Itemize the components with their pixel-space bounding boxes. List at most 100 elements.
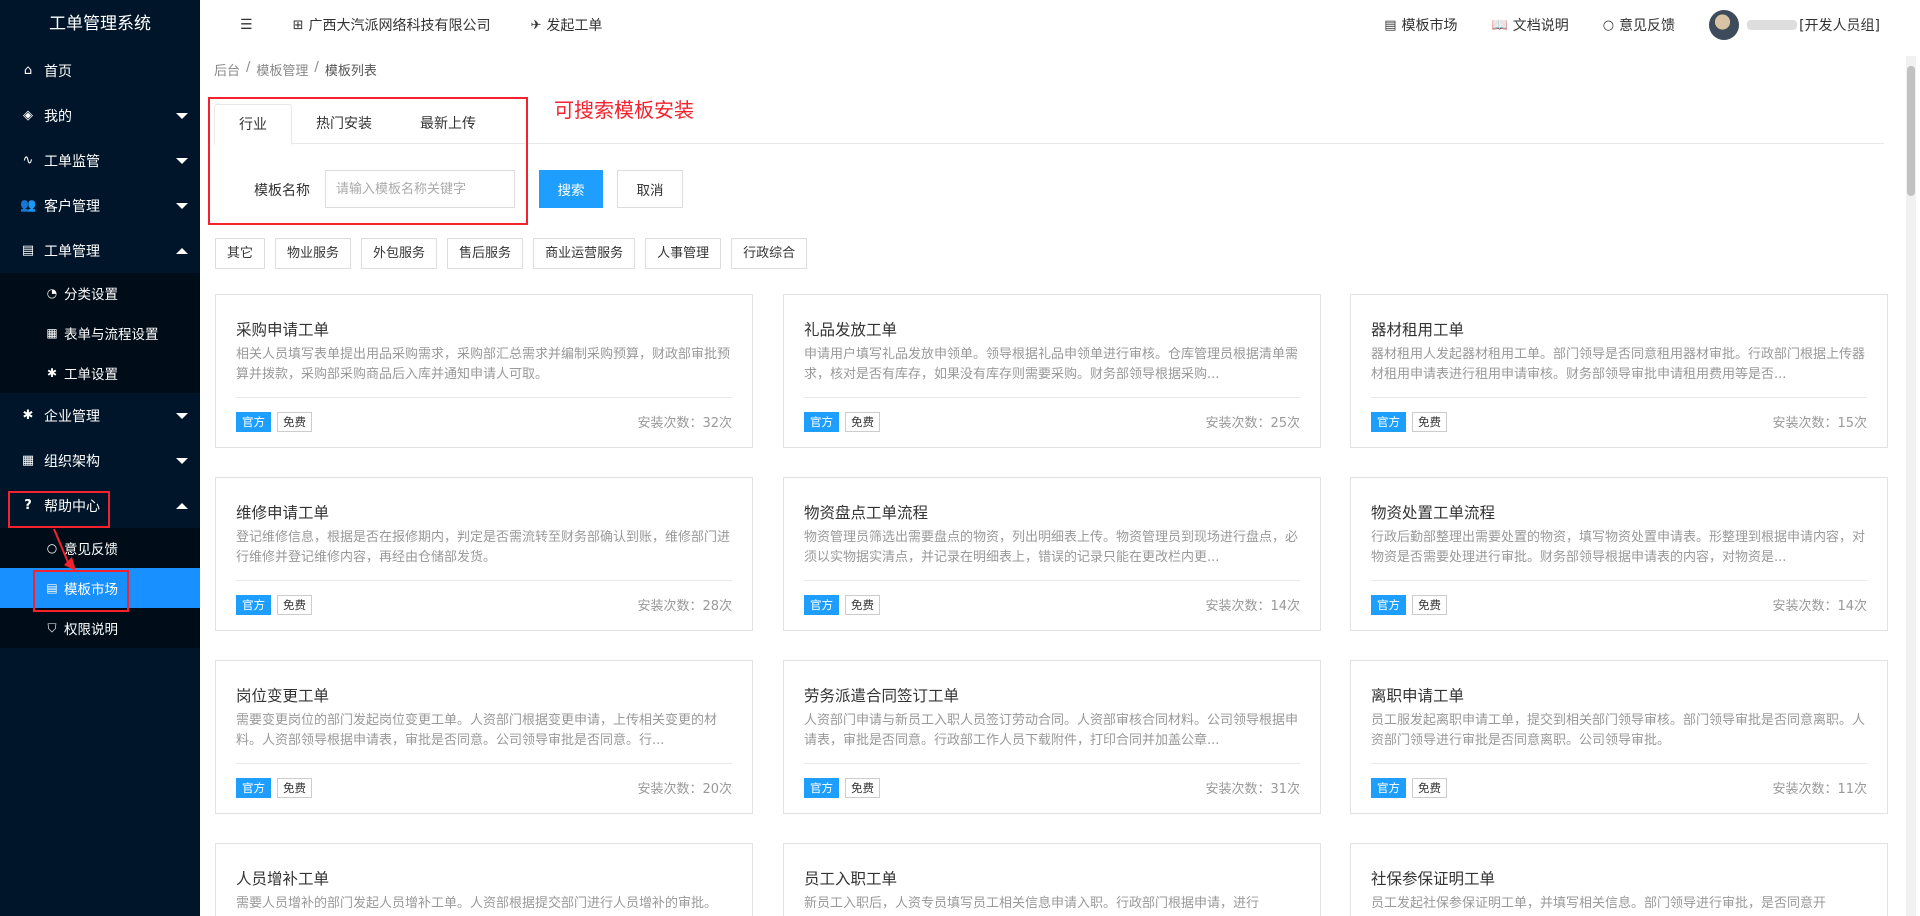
- sidebar-item-label: 我的: [44, 108, 72, 125]
- template-card[interactable]: 社保参保证明工单 员工发起社保参保证明工单，并填写相关信息。部门领导进行审批，是…: [1350, 843, 1888, 916]
- template-card[interactable]: 岗位变更工单 需要变更岗位的部门发起岗位变更工单。人资部门根据变更申请，上传相关…: [215, 660, 753, 814]
- card-title: 人员增补工单: [236, 870, 330, 888]
- sidebar-item-customers[interactable]: 👥 客户管理: [0, 183, 200, 228]
- home-icon: ⌂: [23, 63, 33, 78]
- page-scrollbar[interactable]: [1906, 56, 1916, 916]
- card-description: 申请用户填写礼品发放申领单。领导根据礼品申领单进行审核。仓库管理员根据清单需求，…: [804, 347, 1299, 382]
- caret-down-icon: [176, 412, 188, 419]
- send-icon: ✈: [530, 17, 542, 33]
- template-search-input[interactable]: [325, 170, 515, 208]
- sidebar: 工单管理系统 ⌂ 首页 ◈ 我的 ∿ 工单监管 👥 客户管理 ▤ 工单管理 ◔ …: [0, 0, 200, 916]
- pie-icon: ◔: [46, 286, 58, 300]
- template-market-label: 模板市场: [1401, 18, 1458, 34]
- caret-up-icon: [176, 247, 188, 254]
- card-description: 员工发起社保参保证明工单，并填写相关信息。部门领导进行审批，是否同意开: [1371, 896, 1827, 911]
- breadcrumb-root[interactable]: 后台: [214, 60, 240, 79]
- template-card[interactable]: 物资处置工单流程 行政后勤部整理出需要处置的物资，填写物资处置申请表。形整理到根…: [1350, 477, 1888, 631]
- filter-outsourcing[interactable]: 外包服务: [361, 238, 438, 269]
- header-right: ▤ 模板市场 📖 文档说明 ○ 意见反馈 [开发人员组]: [1384, 0, 1920, 50]
- free-badge: 免费: [277, 412, 312, 432]
- template-card[interactable]: 物资盘点工单流程 物资管理员筛选出需要盘点的物资，列出明细表上传。物资管理员到现…: [783, 477, 1321, 631]
- feedback-icon: ○: [1602, 17, 1615, 33]
- breadcrumb-parent[interactable]: 模板管理: [256, 60, 308, 79]
- highlight-template-market: [33, 570, 129, 612]
- sidebar-subitem-feedback[interactable]: ○ 意见反馈: [0, 528, 200, 568]
- install-count-value: 14次: [1837, 599, 1867, 614]
- industry-filters: 其它 物业服务 外包服务 售后服务 商业运营服务 人事管理 行政综合: [215, 238, 808, 269]
- filter-property[interactable]: 物业服务: [275, 238, 352, 269]
- filter-after-sales[interactable]: 售后服务: [447, 238, 524, 269]
- sidebar-item-ticket-monitor[interactable]: ∿ 工单监管: [0, 138, 200, 183]
- sidebar-item-organization[interactable]: ▦ 组织架构: [0, 438, 200, 483]
- template-market-link[interactable]: ▤ 模板市场: [1384, 15, 1457, 35]
- feedback-link[interactable]: ○ 意见反馈: [1603, 15, 1675, 35]
- card-divider: [1371, 580, 1867, 581]
- sidebar-subitem-category[interactable]: ◔ 分类设置: [0, 273, 200, 313]
- sidebar-item-label: 客户管理: [44, 198, 100, 215]
- layers-icon: ◈: [23, 108, 33, 123]
- pulse-icon: ∿: [22, 153, 34, 168]
- annotation-text: 可搜索模板安装: [554, 98, 694, 122]
- install-count-value: 28次: [702, 599, 732, 614]
- sidebar-item-mine[interactable]: ◈ 我的: [0, 93, 200, 138]
- sidebar-item-enterprise[interactable]: ✱ 企业管理: [0, 393, 200, 438]
- filter-commercial[interactable]: 商业运营服务: [533, 238, 636, 269]
- menu-toggle-button[interactable]: ☰: [240, 17, 253, 33]
- shield-icon: ⛉: [47, 620, 57, 635]
- filter-other[interactable]: 其它: [215, 238, 266, 269]
- company-switcher[interactable]: ⊞ 广西大汽派网络科技有限公司: [293, 15, 491, 35]
- sidebar-item-label: 工单监管: [44, 153, 100, 170]
- sidebar-subitem-form-flow[interactable]: ▦ 表单与流程设置: [0, 313, 200, 353]
- scrollbar-thumb[interactable]: [1907, 66, 1915, 196]
- search-button[interactable]: 搜索: [539, 170, 603, 208]
- install-count-label: 安装次数：: [637, 782, 703, 797]
- install-count: 安装次数： 15次: [1772, 412, 1867, 431]
- install-count: 安装次数： 11次: [1772, 778, 1867, 797]
- card-title: 社保参保证明工单: [1371, 870, 1496, 888]
- card-title: 维修申请工单: [236, 504, 330, 522]
- submenu-ticket: ◔ 分类设置 ▦ 表单与流程设置 ✱ 工单设置: [0, 273, 200, 393]
- install-count-label: 安装次数：: [1205, 782, 1271, 797]
- template-card[interactable]: 人员增补工单 需要人员增补的部门发起人员增补工单。人资部根据提交部门进行人员增补…: [215, 843, 753, 916]
- sidebar-item-label: 组织架构: [44, 453, 100, 470]
- caret-down-icon: [176, 202, 188, 209]
- filter-hr[interactable]: 人事管理: [645, 238, 722, 269]
- card-description: 员工服发起离职申请工单，提交到相关部门领导审核。部门领导审批是否同意离职。人资部…: [1371, 713, 1866, 748]
- sidebar-subitem-ticket-settings[interactable]: ✱ 工单设置: [0, 353, 200, 393]
- template-card[interactable]: 员工入职工单 新员工入职后，人资专员填写员工相关信息申请入职。行政部门根据申请，…: [783, 843, 1321, 916]
- template-card[interactable]: 礼品发放工单 申请用户填写礼品发放申领单。领导根据礼品申领单进行审核。仓库管理员…: [783, 294, 1321, 448]
- install-count: 安装次数： 20次: [637, 778, 732, 797]
- avatar: [1709, 10, 1740, 40]
- template-card[interactable]: 采购申请工单 相关人员填写表单提出用品采购需求，采购部汇总需求并编制采购预算，财…: [215, 294, 753, 448]
- template-card[interactable]: 离职申请工单 员工服发起离职申请工单，提交到相关部门领导审核。部门领导审批是否同…: [1350, 660, 1888, 814]
- docs-link[interactable]: 📖 文档说明: [1492, 15, 1569, 35]
- sidebar-subitem-label: 权限说明: [64, 622, 118, 638]
- card-divider: [804, 763, 1300, 764]
- card-title: 采购申请工单: [236, 321, 330, 339]
- card-divider: [236, 580, 732, 581]
- create-ticket-label: 发起工单: [546, 18, 603, 34]
- install-count-label: 安装次数：: [1772, 782, 1838, 797]
- card-divider: [804, 397, 1300, 398]
- official-badge: 官方: [1371, 778, 1406, 798]
- filter-admin[interactable]: 行政综合: [731, 238, 808, 269]
- card-description: 人资部门申请与新员工入职人员签订劳动合同。人资部审核合同材料。公司领导根据申请表…: [804, 713, 1299, 748]
- template-card[interactable]: 劳务派遣合同签订工单 人资部门申请与新员工入职人员签订劳动合同。人资部审核合同材…: [783, 660, 1321, 814]
- official-badge: 官方: [804, 778, 839, 798]
- template-card[interactable]: 维修申请工单 登记维修信息，根据是否在报修期内，判定是否需流转至财务部确认到账，…: [215, 477, 753, 631]
- docs-label: 文档说明: [1512, 18, 1569, 34]
- user-menu[interactable]: [开发人员组]: [1709, 10, 1880, 40]
- create-ticket-link[interactable]: ✈ 发起工单: [530, 15, 602, 35]
- cancel-button[interactable]: 取消: [617, 170, 683, 208]
- install-count-value: 31次: [1270, 782, 1300, 797]
- install-count-value: 25次: [1270, 416, 1300, 431]
- card-description: 需要人员增补的部门发起人员增补工单。人资部根据提交部门进行人员增补的审批。: [236, 896, 718, 911]
- sidebar-item-ticket-management[interactable]: ▤ 工单管理: [0, 228, 200, 273]
- template-card[interactable]: 器材租用工单 器材租用人发起器材租用工单。部门领导是否同意租用器材审批。行政部门…: [1350, 294, 1888, 448]
- install-count-label: 安装次数：: [1772, 599, 1838, 614]
- sidebar-subitem-permissions[interactable]: ⛉ 权限说明: [0, 608, 200, 648]
- sidebar-item-home[interactable]: ⌂ 首页: [0, 48, 200, 93]
- install-count-label: 安装次数：: [637, 599, 703, 614]
- official-badge: 官方: [1371, 412, 1406, 432]
- menu-toggle-icon: ☰: [240, 17, 253, 33]
